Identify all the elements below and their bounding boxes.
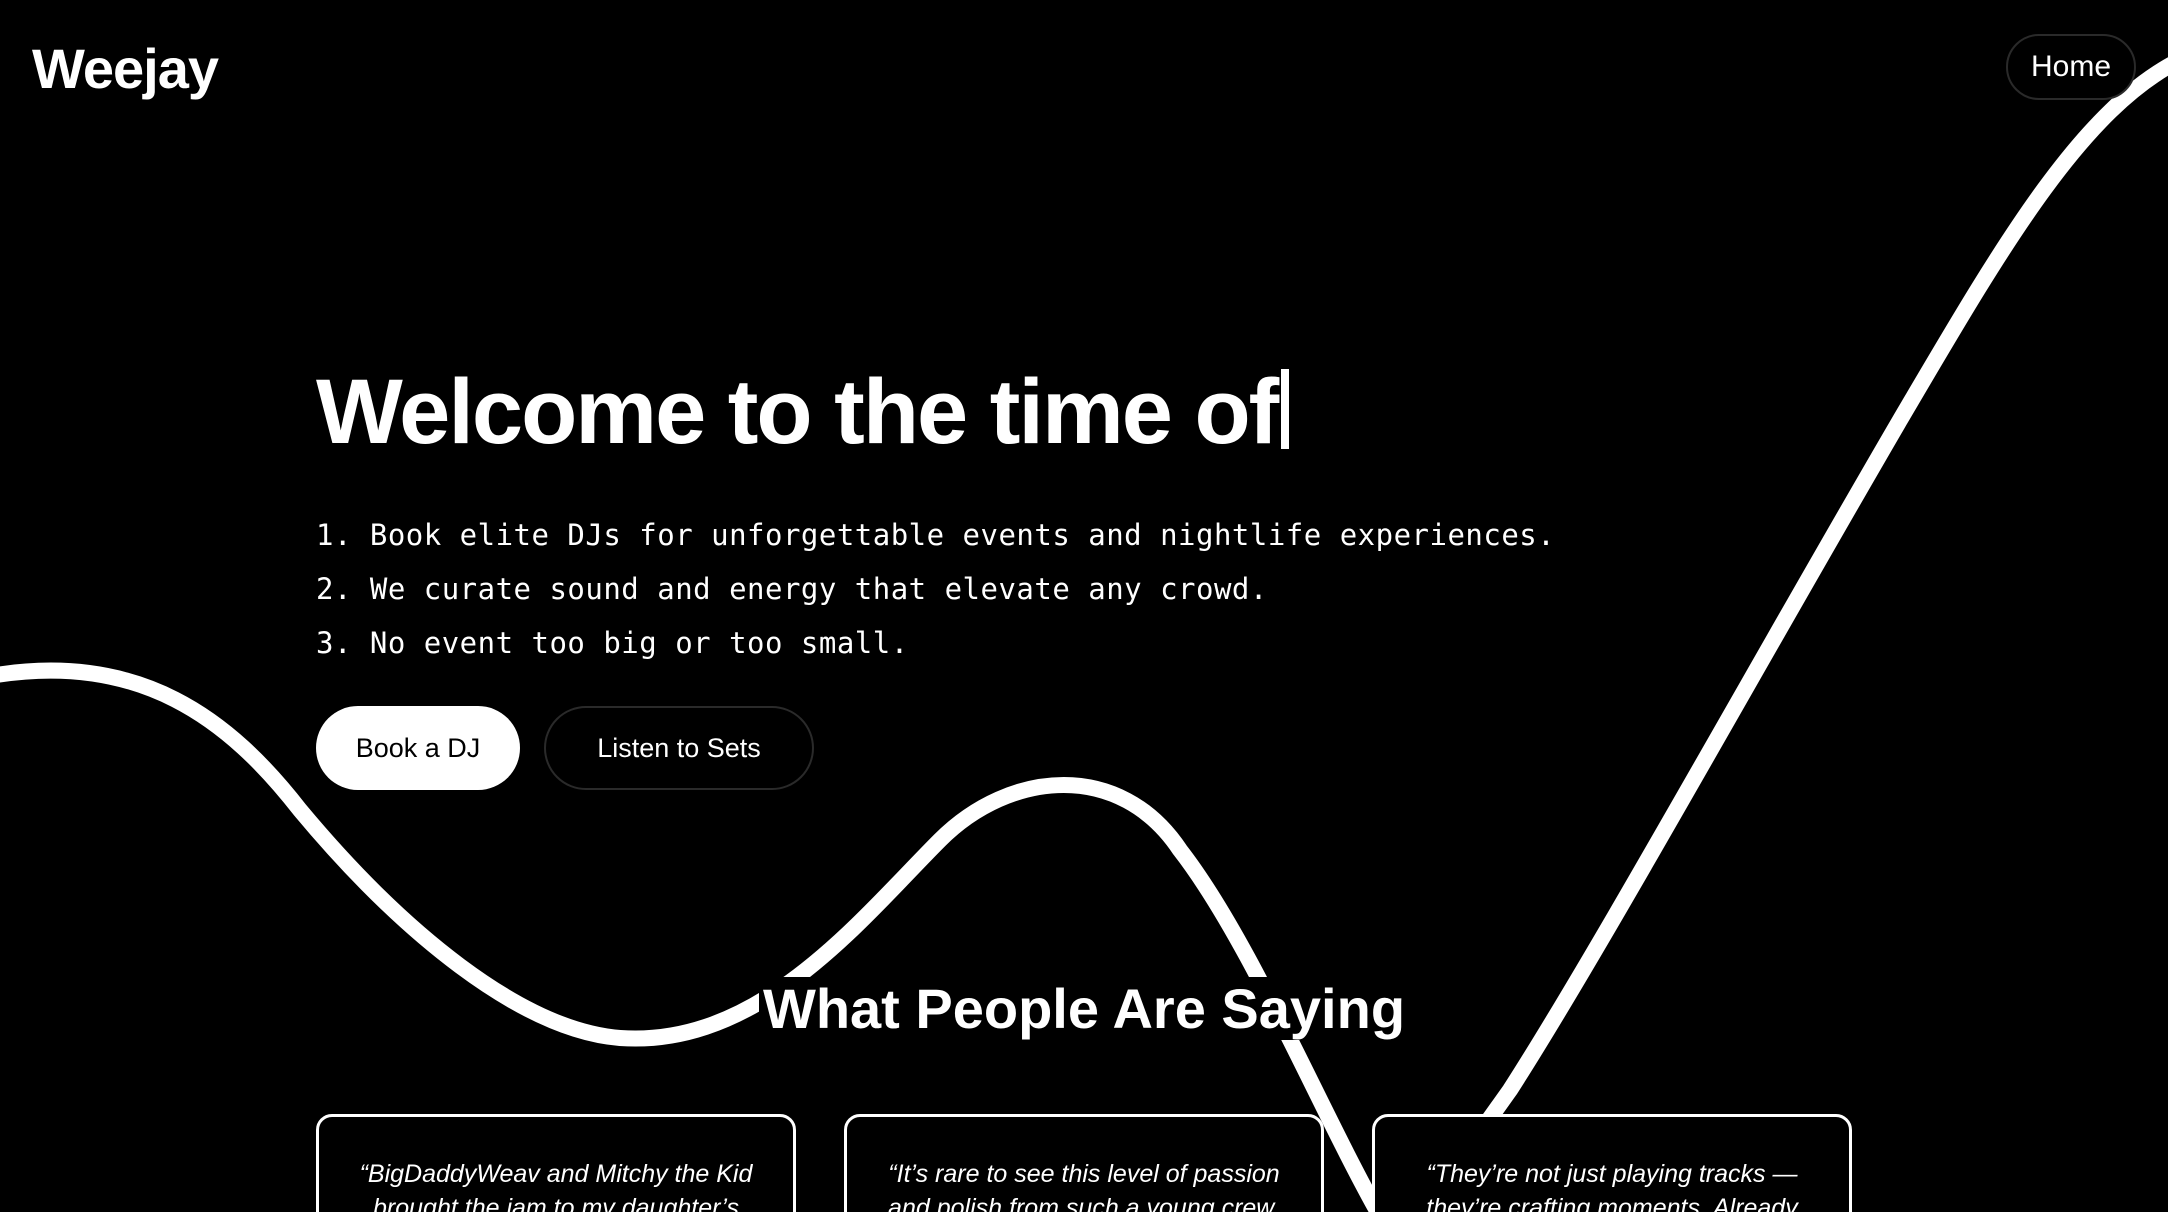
hero-point: 3. No event too big or too small. bbox=[316, 626, 909, 660]
testimonial-card: “It’s rare to see this level of passion … bbox=[844, 1114, 1324, 1212]
landing-page: Weejay Home Welcome to the time of 1. Bo… bbox=[0, 0, 2168, 1212]
book-dj-button[interactable]: Book a DJ bbox=[316, 706, 520, 790]
typing-cursor bbox=[1281, 369, 1290, 449]
testimonial-card: “BigDaddyWeav and Mitchy the Kid brought… bbox=[316, 1114, 796, 1212]
brand-logo[interactable]: Weejay bbox=[32, 36, 219, 101]
hero-title: Welcome to the time of bbox=[316, 360, 1290, 465]
testimonial-quote: “BigDaddyWeav and Mitchy the Kid brought… bbox=[359, 1160, 753, 1212]
hero-point: 2. We curate sound and energy that eleva… bbox=[316, 572, 1268, 606]
testimonials-heading-text: What People Are Saying bbox=[758, 977, 1410, 1040]
testimonial-card: “They’re not just playing tracks — they’… bbox=[1372, 1114, 1852, 1212]
testimonial-quote: “They’re not just playing tracks — they’… bbox=[1426, 1160, 1798, 1212]
listen-to-sets-button[interactable]: Listen to Sets bbox=[544, 706, 814, 790]
hero-points-list: 1. Book elite DJs for unforgettable even… bbox=[316, 508, 1555, 670]
nav-home-link[interactable]: Home bbox=[2006, 34, 2136, 100]
testimonial-quote: “It’s rare to see this level of passion … bbox=[888, 1160, 1280, 1212]
hero-title-text: Welcome to the time of bbox=[316, 361, 1279, 463]
hero-point: 1. Book elite DJs for unforgettable even… bbox=[316, 518, 1556, 552]
testimonials-heading: What People Are Saying bbox=[0, 976, 2168, 1041]
